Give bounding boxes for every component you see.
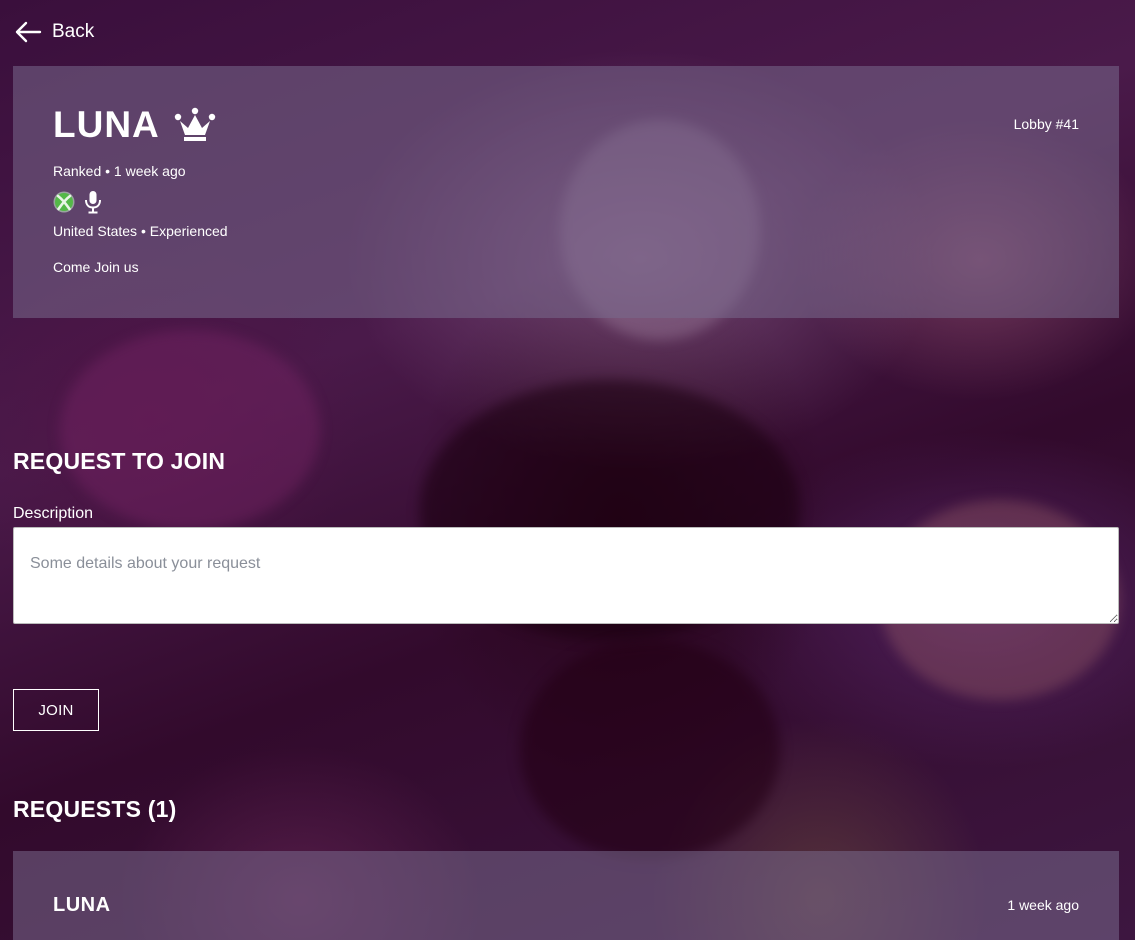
back-label: Back xyxy=(52,21,95,42)
join-button[interactable]: JOIN xyxy=(13,689,99,731)
xbox-icon xyxy=(53,191,75,218)
lobby-message: Come Join us xyxy=(53,259,139,275)
lobby-mode-time: Ranked • 1 week ago xyxy=(53,163,186,179)
lobby-page: Back LUNA Lobby #41 Ranked • 1 week ago xyxy=(0,0,1135,940)
requests-title: REQUESTS (1) xyxy=(13,796,177,822)
request-item: LUNA 1 week ago xyxy=(13,851,1119,940)
request-name: LUNA xyxy=(53,894,111,916)
platform-icons xyxy=(53,190,103,219)
request-to-join-title: REQUEST TO JOIN xyxy=(13,448,226,474)
lobby-card: LUNA Lobby #41 Ranked • 1 week ago Unite… xyxy=(13,66,1119,318)
back-button[interactable]: Back xyxy=(14,20,94,44)
lobby-host-name: LUNA xyxy=(53,104,160,145)
request-time: 1 week ago xyxy=(1007,897,1079,913)
crown-icon xyxy=(174,107,216,143)
description-input[interactable] xyxy=(13,527,1119,624)
lobby-header: LUNA xyxy=(53,104,216,146)
microphone-icon xyxy=(83,190,103,219)
lobby-region-level: United States • Experienced xyxy=(53,223,228,239)
description-label: Description xyxy=(13,505,94,522)
arrow-left-icon xyxy=(15,21,42,43)
lobby-number: Lobby #41 xyxy=(1013,116,1079,132)
